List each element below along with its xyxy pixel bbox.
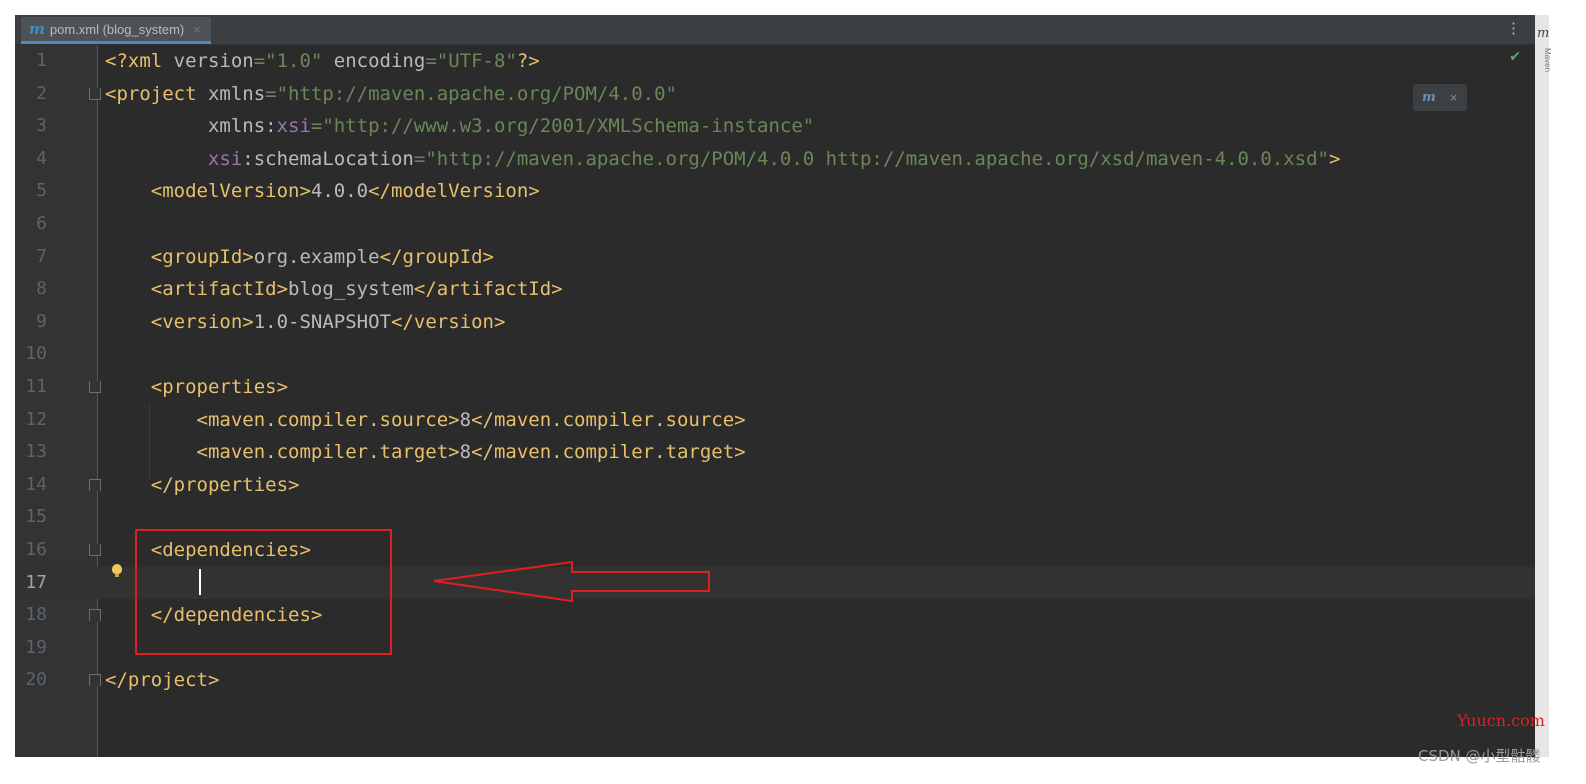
watermark-author: CSDN @小型骷髅	[1418, 747, 1541, 765]
watermark-site: Yuucn.com	[1457, 711, 1545, 730]
annotation-arrow	[433, 560, 710, 603]
